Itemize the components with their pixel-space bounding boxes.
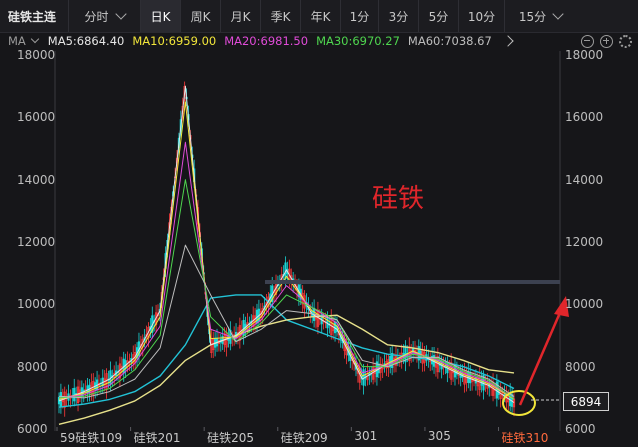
x-label: 硅铁201 [133, 431, 181, 445]
y-tick-right: 16000 [565, 110, 604, 125]
y-tick-left: 12000 [17, 235, 56, 249]
y-tick-right: 18000 [565, 48, 604, 62]
y-tick-right: 10000 [565, 297, 604, 312]
x-label: 硅铁209 [280, 431, 328, 445]
y-tick-right: 6000 [565, 422, 596, 436]
y-tick-left: 18000 [17, 48, 56, 62]
x-label: 硅铁310 [501, 431, 549, 445]
y-tick-right: 14000 [565, 172, 604, 187]
series-line-long-ma-cyan [58, 294, 515, 408]
y-tick-left: 6000 [17, 422, 48, 436]
trend-arrow-shaft [518, 307, 564, 406]
highlight-circle [502, 390, 536, 416]
horizontal-marker-line [265, 280, 560, 284]
x-label: 硅铁205 [207, 431, 255, 445]
y-tick-left: 10000 [17, 297, 56, 312]
y-tick-left: 14000 [17, 172, 56, 187]
kline-chart[interactable] [0, 0, 638, 447]
annotation-text: 硅铁 [372, 184, 425, 214]
y-tick-left: 8000 [17, 359, 48, 374]
x-label: 305 [427, 429, 451, 443]
y-tick-left: 16000 [17, 110, 56, 125]
current-price-tag: 6894 [563, 392, 609, 411]
x-label: 301 [354, 429, 378, 443]
y-tick-right: 12000 [565, 235, 604, 249]
y-tick-right: 8000 [565, 359, 596, 374]
x-label: 59硅铁109 [60, 431, 123, 445]
